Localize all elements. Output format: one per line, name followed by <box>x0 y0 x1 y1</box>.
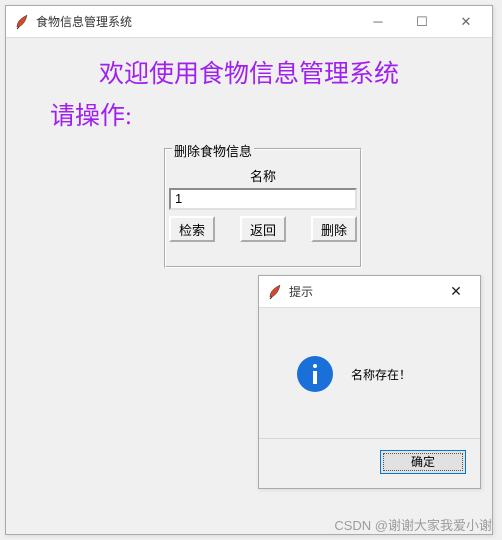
dialog-message: 名称存在！ <box>351 366 411 383</box>
dialog-body: 名称存在！ <box>259 308 480 438</box>
prompt-label: 请操作: <box>50 96 132 132</box>
dialog-title: 提示 <box>289 283 436 300</box>
groupbox-legend: 删除食物信息 <box>172 141 254 160</box>
button-row: 检索 返回 删除 <box>169 216 357 242</box>
welcome-heading: 欢迎使用食物信息管理系统 <box>6 54 492 90</box>
main-titlebar: 食物信息管理系统 ─ ☐ ✕ <box>6 6 492 38</box>
delete-button[interactable]: 删除 <box>311 216 357 242</box>
app-icon <box>14 14 30 30</box>
window-controls: ─ ☐ ✕ <box>356 8 488 36</box>
delete-food-groupbox: 删除食物信息 名称 1 检索 返回 删除 <box>164 148 362 268</box>
dialog-window: 提示 ✕ 名称存在！ 确定 <box>258 275 481 489</box>
back-button[interactable]: 返回 <box>240 216 286 242</box>
dialog-close-button[interactable]: ✕ <box>436 283 476 300</box>
watermark-text: CSDN @谢谢大家我爱小谢 <box>334 515 492 534</box>
search-button[interactable]: 检索 <box>169 216 215 242</box>
info-icon <box>297 356 333 392</box>
name-label: 名称 <box>166 166 360 185</box>
dialog-app-icon <box>267 284 283 300</box>
main-title: 食物信息管理系统 <box>36 13 356 30</box>
dialog-footer: 确定 <box>259 438 480 484</box>
name-input[interactable]: 1 <box>169 188 357 210</box>
ok-button[interactable]: 确定 <box>380 450 466 474</box>
maximize-button[interactable]: ☐ <box>400 8 444 36</box>
dialog-titlebar: 提示 ✕ <box>259 276 480 308</box>
close-button[interactable]: ✕ <box>444 8 488 36</box>
minimize-button[interactable]: ─ <box>356 8 400 36</box>
